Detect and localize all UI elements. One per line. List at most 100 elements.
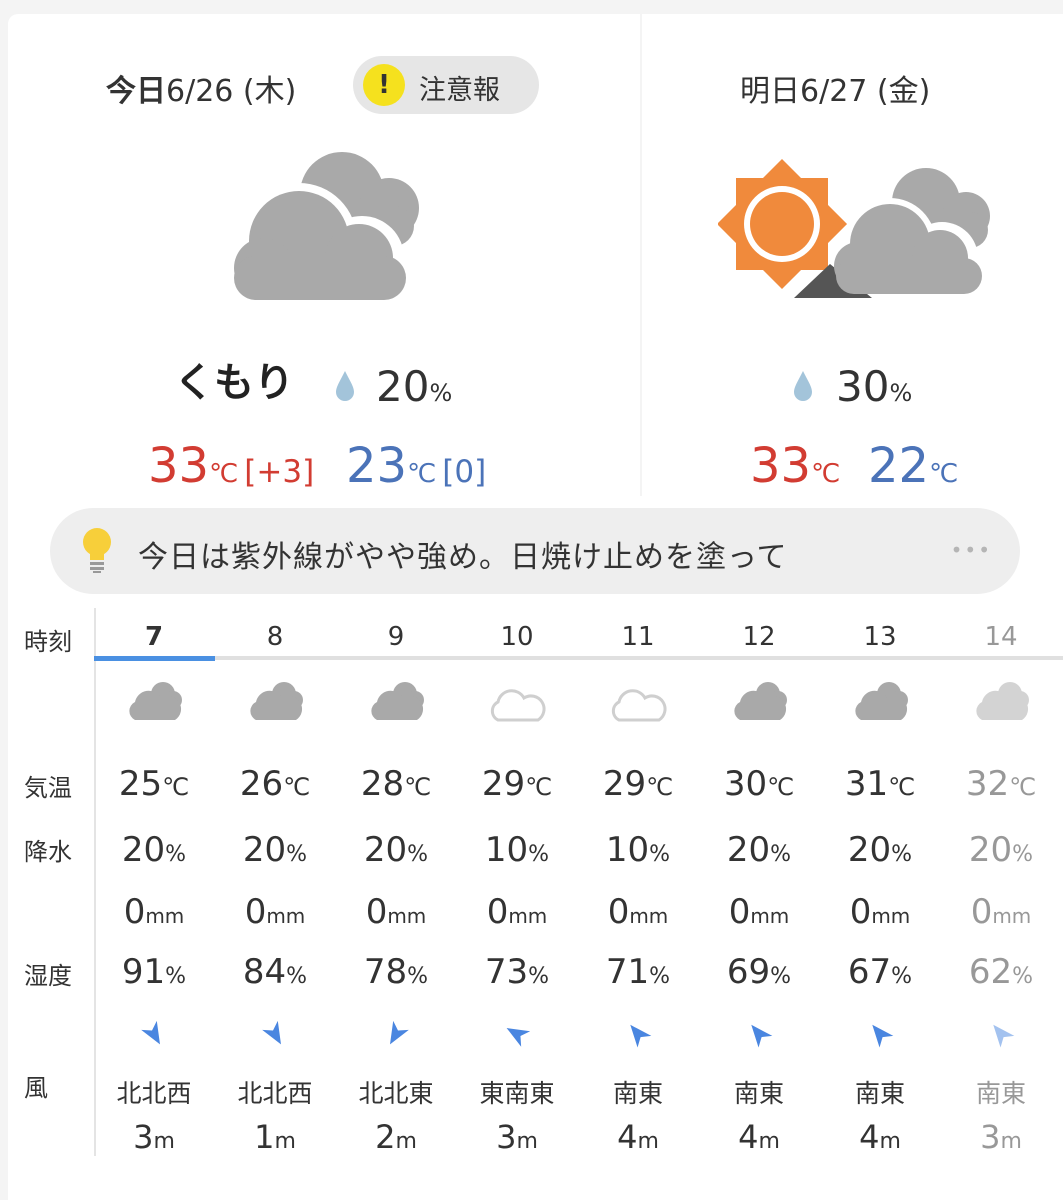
- hour-precip-chance: 10%: [484, 830, 550, 870]
- hour-wind-speed: 3m: [980, 1118, 1022, 1156]
- hour-label: 13: [863, 622, 897, 652]
- hour-precip-chance: 20%: [968, 830, 1034, 870]
- hour-label: 12: [742, 622, 776, 652]
- hour-wind-direction: 南東: [975, 1079, 1026, 1108]
- hour-temp: 29℃: [602, 764, 674, 804]
- hour-column[interactable]: 12 30℃ 20% 0mm 69% 南東 4m: [699, 496, 819, 1196]
- light-cloud-icon: [611, 689, 667, 722]
- advisory-label: 注意報: [419, 75, 500, 106]
- hour-column[interactable]: 13 31℃ 20% 0mm 67% 南東 4m: [820, 496, 940, 1196]
- raindrop-icon: [336, 371, 354, 401]
- today-label: 今日: [106, 74, 166, 109]
- hour-label: 8: [266, 622, 284, 652]
- hour-column[interactable]: 8 26℃ 20% 0mm 84% 北北西 1m: [215, 496, 335, 1196]
- cloudy-icon: [976, 682, 1029, 720]
- hour-precip-chance: 20%: [363, 830, 429, 870]
- tomorrow-forecast-card[interactable]: 明日6/27 (金) 30% 33℃ 22℃: [642, 14, 1063, 496]
- today-precip-chance: 20%: [376, 362, 453, 411]
- cloudy-icon: [734, 682, 787, 720]
- hour-wind-speed: 4m: [859, 1118, 901, 1156]
- wind-row-label: 風: [24, 1074, 48, 1102]
- hour-precip-chance: 20%: [121, 830, 187, 870]
- hour-rainfall: 0mm: [849, 892, 911, 932]
- hour-wind-direction: 南東: [854, 1079, 905, 1108]
- hour-temp: 31℃: [844, 764, 916, 804]
- cloudy-icon: [855, 682, 908, 720]
- hour-humidity: 84%: [242, 952, 308, 992]
- hour-humidity: 73%: [484, 952, 550, 992]
- hour-label: 7: [144, 622, 164, 652]
- hour-wind-direction: 北北西: [116, 1079, 192, 1108]
- hour-wind-speed: 4m: [738, 1118, 780, 1156]
- temp-row-label: 気温: [24, 774, 72, 802]
- wind-direction-arrow-icon: [262, 1020, 281, 1045]
- precip-row-label: 降水: [24, 838, 72, 866]
- tomorrow-precip-chance: 30%: [836, 362, 913, 411]
- today-low-diff: [0]: [442, 454, 487, 490]
- hour-label: 10: [500, 622, 534, 652]
- hour-temp: 30℃: [723, 764, 795, 804]
- hour-column[interactable]: 7 25℃ 20% 0mm 91% 北北西 3m: [94, 496, 214, 1196]
- cloudy-icon: [250, 682, 303, 720]
- hour-column[interactable]: 11 29℃ 10% 0mm 71% 南東 4m: [578, 496, 698, 1196]
- hour-wind-direction: 南東: [733, 1079, 784, 1108]
- hour-wind-direction: 北北西: [237, 1079, 313, 1108]
- wind-direction-arrow-icon: [390, 1020, 409, 1045]
- hour-rainfall: 0mm: [607, 892, 669, 932]
- hour-rainfall: 0mm: [244, 892, 306, 932]
- hour-rainfall: 0mm: [365, 892, 427, 932]
- today-date: 6/26 (木): [166, 74, 297, 109]
- hour-wind-direction: 南東: [612, 1079, 663, 1108]
- hour-rainfall: 0mm: [486, 892, 548, 932]
- exclamation-icon: !: [363, 64, 405, 106]
- hour-humidity: 78%: [363, 952, 429, 992]
- hour-humidity: 71%: [605, 952, 671, 992]
- hour-humidity: 67%: [847, 952, 913, 992]
- hour-precip-chance: 20%: [847, 830, 913, 870]
- hour-wind-direction: 北北東: [358, 1079, 434, 1108]
- today-weather-label: くもり: [174, 360, 294, 406]
- raindrop-icon: [794, 371, 812, 401]
- today-forecast-card[interactable]: 今日6/26 (木) ! 注意報 くもり 20% 33℃ [+3] 23℃ [0]: [8, 14, 640, 496]
- hour-humidity: 62%: [968, 952, 1034, 992]
- hour-humidity: 91%: [121, 952, 187, 992]
- wind-direction-arrow-icon: [630, 1024, 652, 1048]
- time-row-label: 時刻: [24, 628, 72, 656]
- wind-direction-arrow-icon: [141, 1020, 160, 1045]
- tomorrow-date: 6/27 (金): [800, 74, 931, 109]
- hour-rainfall: 0mm: [970, 892, 1032, 932]
- hour-wind-speed: 2m: [375, 1118, 417, 1156]
- hour-wind-speed: 3m: [496, 1118, 538, 1156]
- humidity-row-label: 湿度: [24, 962, 72, 990]
- hour-temp: 26℃: [239, 764, 311, 804]
- hour-column[interactable]: 9 28℃ 20% 0mm 78% 北北東 2m: [336, 496, 456, 1196]
- hour-label: 14: [984, 622, 1018, 652]
- advisory-badge[interactable]: ! 注意報: [353, 56, 539, 114]
- hour-label: 9: [387, 622, 405, 652]
- today-high-temp: 33℃ [+3]: [148, 438, 315, 494]
- hour-rainfall: 0mm: [123, 892, 185, 932]
- hour-temp: 28℃: [360, 764, 432, 804]
- hour-wind-speed: 4m: [617, 1118, 659, 1156]
- today-high-diff: [+3]: [244, 454, 315, 490]
- hour-wind-speed: 1m: [254, 1118, 296, 1156]
- hour-precip-chance: 10%: [605, 830, 671, 870]
- hour-temp: 32℃: [965, 764, 1037, 804]
- hour-column[interactable]: 14 32℃ 20% 0mm 62% 南東 3m: [941, 496, 1061, 1196]
- cloudy-icon: [234, 152, 419, 300]
- hour-rainfall: 0mm: [728, 892, 790, 932]
- hour-label: 11: [621, 622, 655, 652]
- wind-direction-arrow-icon: [751, 1024, 773, 1048]
- tomorrow-high-temp: 33℃: [750, 438, 841, 494]
- hour-column[interactable]: 10 29℃ 10% 0mm 73% 東南東 3m: [457, 496, 577, 1196]
- hour-precip-chance: 20%: [242, 830, 308, 870]
- cloudy-icon: [371, 682, 424, 720]
- hour-precip-chance: 20%: [726, 830, 792, 870]
- cloudy-icon: [129, 682, 182, 720]
- hour-humidity: 69%: [726, 952, 792, 992]
- tomorrow-date-heading: 明日6/27 (金): [740, 66, 930, 110]
- today-date-heading: 今日6/26 (木): [106, 66, 296, 110]
- wind-direction-arrow-icon: [872, 1024, 894, 1048]
- hour-temp: 29℃: [481, 764, 553, 804]
- today-low-temp: 23℃ [0]: [346, 438, 487, 494]
